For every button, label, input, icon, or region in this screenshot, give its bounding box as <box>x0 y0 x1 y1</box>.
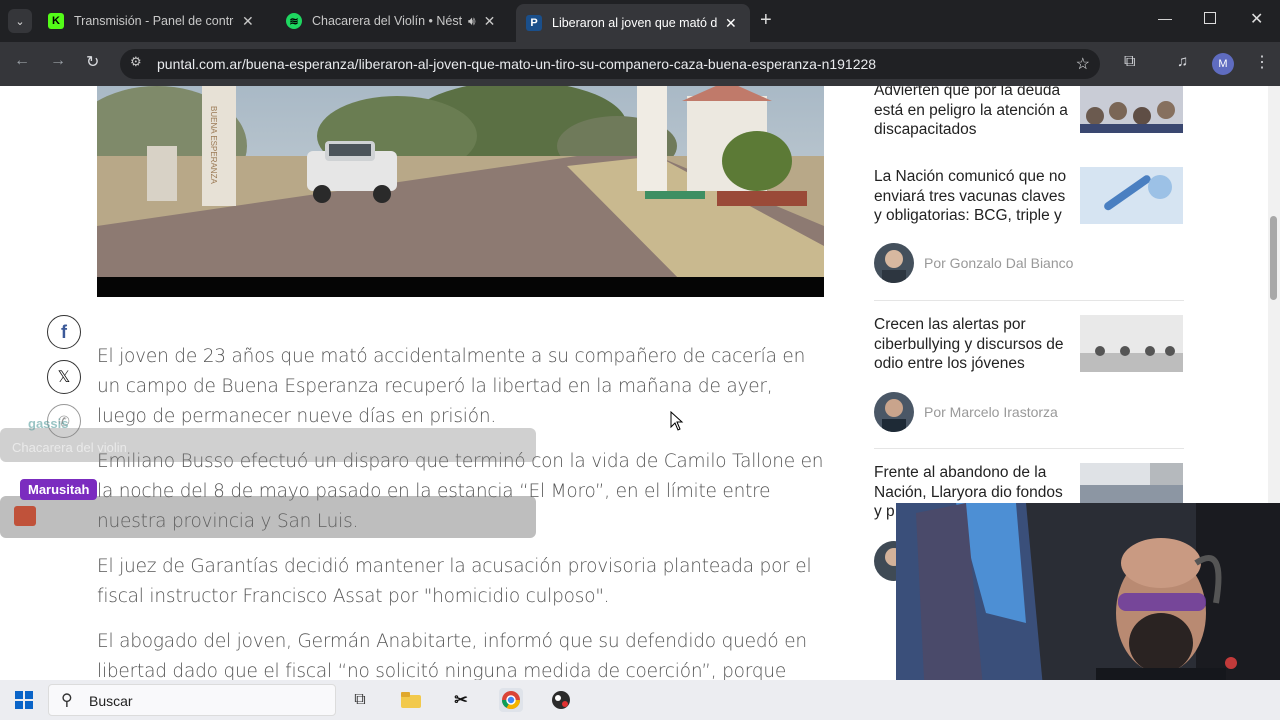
sidebar-news-item[interactable]: Advierten que por la deuda está en pelig… <box>874 86 1184 141</box>
news-thumbnail[interactable] <box>1080 463 1183 505</box>
facebook-icon: f <box>61 321 67 342</box>
x-icon: 𝕏 <box>57 369 71 386</box>
close-tab-icon[interactable]: ✕ <box>725 15 737 32</box>
close-tab-icon[interactable]: ✕ <box>484 13 496 30</box>
windows-taskbar: ⚲ Buscar ⧉ ✂ <box>0 680 1280 720</box>
media-controls-icon[interactable]: ♫ <box>1177 53 1188 70</box>
file-explorer-icon[interactable] <box>399 688 423 712</box>
tab-search-button[interactable]: ⌄ <box>8 9 32 33</box>
tab-puntal-article[interactable]: P Liberaron al joven que mató de un tiro… <box>516 4 750 42</box>
capcut-icon[interactable]: ✂ <box>449 688 473 712</box>
spotify-icon: ≋ <box>286 13 302 29</box>
author-name[interactable]: Por Marcelo Irastorza <box>924 404 1058 420</box>
puntal-icon: P <box>526 15 542 31</box>
site-info-icon[interactable]: ⚙︎ <box>130 54 142 70</box>
article-paragraph: El joven de 23 años que mató accidentalm… <box>97 346 806 427</box>
profile-avatar[interactable]: M <box>1212 53 1234 75</box>
chrome-icon[interactable] <box>499 688 523 712</box>
close-tab-icon[interactable]: ✕ <box>242 13 254 30</box>
address-bar[interactable]: ⚙︎ puntal.com.ar/buena-esperanza/liberar… <box>120 49 1100 79</box>
tab-title: Chacarera del Violín • Néstor <box>312 14 462 28</box>
hero-sign-text: BUENA ESPERANZA <box>209 106 218 184</box>
search-icon: ⚲ <box>61 692 73 709</box>
article-paragraph: El abogado del joven, Germán Anabitarte,… <box>97 631 807 680</box>
x-share-button[interactable]: 𝕏 <box>47 360 81 394</box>
news-headline[interactable]: Crecen las alertas por ciberbullying y d… <box>874 315 1072 374</box>
browser-toolbar: ← → ↻ ⚙︎ puntal.com.ar/buena-esperanza/l… <box>0 42 1280 86</box>
author-avatar[interactable] <box>874 243 914 283</box>
chat-username: gassis <box>28 416 69 431</box>
news-thumbnail[interactable] <box>1080 167 1183 224</box>
author-byline[interactable]: Por Gonzalo Dal Bianco <box>874 243 1184 283</box>
article-paragraph: El juez de Garantías decidió mantener la… <box>97 556 812 607</box>
extensions-icon[interactable]: ⧉ <box>1124 53 1135 71</box>
news-headline[interactable]: Advierten que por la deuda está en pelig… <box>874 86 1072 140</box>
back-arrow-icon[interactable]: ← <box>14 52 30 70</box>
stream-chat-message <box>0 496 536 538</box>
audio-playing-icon[interactable]: 🔊︎ <box>468 14 476 29</box>
kick-icon: K <box>48 13 64 29</box>
divider <box>874 300 1184 301</box>
new-tab-button[interactable]: + <box>760 9 772 32</box>
news-headline[interactable]: La Nación comunicó que no enviará tres v… <box>874 167 1072 226</box>
task-view-icon[interactable]: ⧉ <box>348 688 372 712</box>
author-avatar[interactable] <box>874 392 914 432</box>
chat-message-text: Chacarera del violin <box>12 440 127 455</box>
tab-title: Liberaron al joven que mató de un tiro <box>552 16 717 30</box>
taskbar-search-box[interactable]: ⚲ Buscar <box>48 684 336 716</box>
restore-icon[interactable] <box>1204 12 1216 24</box>
close-window-icon[interactable]: ✕ <box>1250 9 1263 29</box>
sidebar-news-item[interactable]: Crecen las alertas por ciberbullying y d… <box>874 315 1184 375</box>
windows-start-button[interactable] <box>12 688 36 712</box>
news-thumbnail[interactable] <box>1080 315 1183 372</box>
taskbar-search-placeholder[interactable]: Buscar <box>89 693 133 709</box>
author-name[interactable]: Por Gonzalo Dal Bianco <box>924 255 1073 271</box>
facebook-share-button[interactable]: f <box>47 315 81 349</box>
url-text[interactable]: puntal.com.ar/buena-esperanza/liberaron-… <box>157 56 876 72</box>
news-thumbnail[interactable] <box>1080 86 1183 133</box>
reload-icon[interactable]: ↻ <box>86 52 99 72</box>
tab-kick-dashboard[interactable]: K Transmisión - Panel de control ✕ <box>38 6 274 36</box>
obs-icon[interactable] <box>549 688 573 712</box>
forward-arrow-icon[interactable]: → <box>50 52 66 70</box>
tab-spotify[interactable]: ≋ Chacarera del Violín • Néstor 🔊︎ ✕ <box>276 6 512 36</box>
divider <box>874 448 1184 449</box>
mouse-cursor-icon <box>670 411 684 431</box>
chat-emote-icon <box>14 506 36 526</box>
bookmark-star-icon[interactable]: ☆ <box>1076 54 1090 74</box>
minimize-icon[interactable]: — <box>1158 10 1172 26</box>
tab-title: Transmisión - Panel de control <box>74 14 234 28</box>
sidebar-news-item[interactable]: La Nación comunicó que no enviará tres v… <box>874 167 1184 227</box>
scrollbar-thumb[interactable] <box>1270 216 1277 300</box>
browser-tabbar: ⌄ K Transmisión - Panel de control ✕ ≋ C… <box>0 0 1280 42</box>
chat-username-badge: Marusitah <box>20 479 98 500</box>
hero-image-caption-bar <box>97 277 824 297</box>
author-byline[interactable]: Por Marcelo Irastorza <box>874 392 1184 432</box>
article-hero-image: BUENA ESPERANZA <box>97 86 824 297</box>
menu-dots-icon[interactable]: ⋮ <box>1254 52 1270 72</box>
